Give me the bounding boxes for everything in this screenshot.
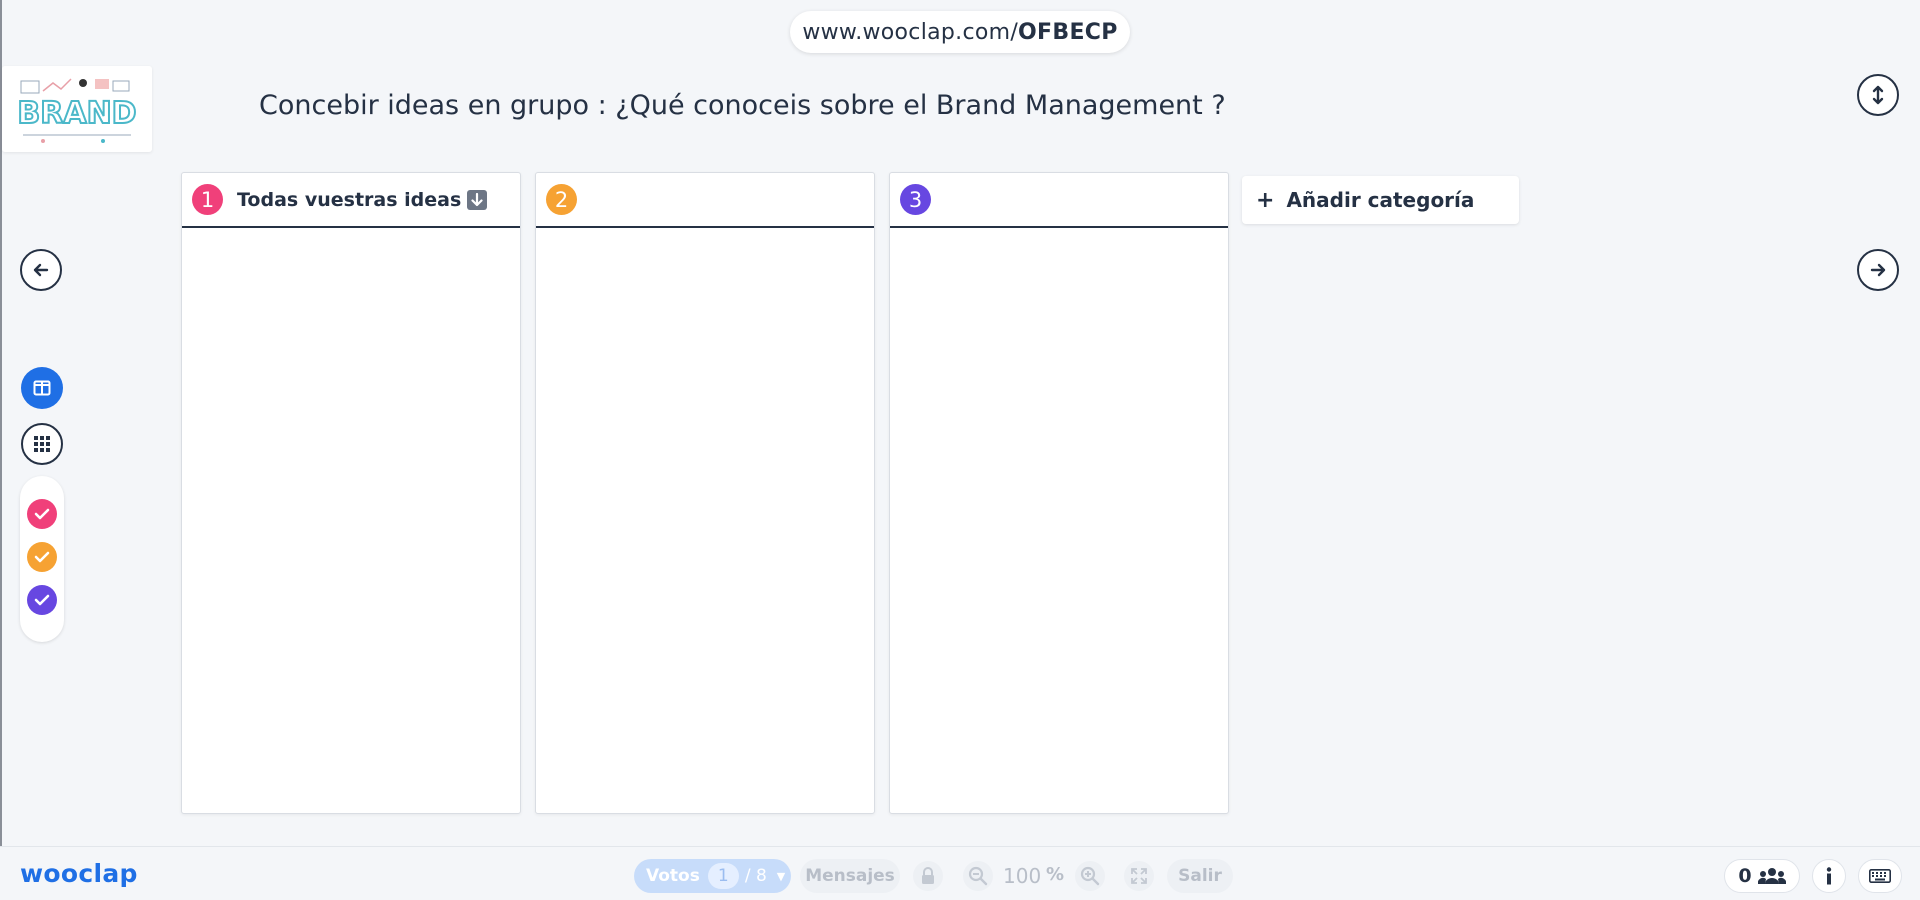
next-question-button[interactable] xyxy=(1857,249,1899,291)
participants-count: 0 xyxy=(1738,865,1752,887)
messages-button[interactable]: Mensajes xyxy=(800,859,900,893)
exit-button[interactable]: Salir xyxy=(1167,859,1233,893)
votes-total: / 8 xyxy=(744,866,767,886)
users-icon xyxy=(1757,868,1786,884)
zoom-out-button[interactable] xyxy=(963,861,993,891)
category-column-1[interactable]: 1 Todas vuestras ideas xyxy=(181,172,521,814)
category-column-3[interactable]: 3 xyxy=(889,172,1229,814)
category-2-filter[interactable] xyxy=(27,542,57,572)
zoom-unit: % xyxy=(1046,864,1065,885)
check-icon xyxy=(34,508,50,520)
zoom-in-icon xyxy=(1080,866,1100,886)
event-url-prefix: www.wooclap.com/ xyxy=(802,19,1019,45)
category-number-badge: 1 xyxy=(192,184,223,215)
check-icon xyxy=(34,594,50,606)
category-header-2[interactable]: 2 xyxy=(536,173,874,228)
category-number-badge: 3 xyxy=(900,184,931,215)
previous-question-button[interactable] xyxy=(20,249,62,291)
bottom-toolbar: wooclap Votos 1 / 8 ▼ Mensajes 100 % Sal… xyxy=(0,846,1920,900)
arrow-right-icon xyxy=(1870,263,1886,277)
votes-current: 1 xyxy=(707,863,739,889)
grid-view-button[interactable] xyxy=(21,423,63,465)
lock-icon xyxy=(922,867,934,884)
logo-text: BRAND xyxy=(17,96,136,131)
vertical-arrows-icon xyxy=(1872,85,1884,105)
grid-icon xyxy=(34,436,50,452)
expand-icon xyxy=(1131,868,1147,884)
category-filter-panel xyxy=(20,476,64,642)
toggle-header-button[interactable] xyxy=(1857,74,1899,116)
category-header-3[interactable]: 3 xyxy=(890,173,1228,228)
keyboard-icon xyxy=(1869,869,1891,883)
category-column-2[interactable]: 2 xyxy=(535,172,875,814)
participants-counter[interactable]: 0 xyxy=(1724,859,1800,893)
fullscreen-button[interactable] xyxy=(1124,861,1154,891)
check-icon xyxy=(34,551,50,563)
question-image[interactable]: BRAND xyxy=(2,66,152,152)
add-category-button[interactable]: + Añadir categoría xyxy=(1242,176,1519,224)
brand-logo-image: BRAND xyxy=(16,78,138,143)
category-title-text: Todas vuestras ideas xyxy=(237,188,462,211)
columns-view-button[interactable] xyxy=(21,367,63,409)
zoom-level: 100 xyxy=(1003,864,1042,888)
zoom-out-icon xyxy=(968,866,988,886)
add-category-label: Añadir categoría xyxy=(1286,188,1475,212)
arrow-left-icon xyxy=(33,263,49,277)
category-3-filter[interactable] xyxy=(27,585,57,615)
columns-icon xyxy=(33,380,51,396)
info-button[interactable] xyxy=(1812,859,1846,893)
down-arrow-emoji-icon xyxy=(467,189,488,210)
question-title: Concebir ideas en grupo : ¿Qué conoceis … xyxy=(259,90,1226,121)
info-icon xyxy=(1826,867,1832,885)
wooclap-logo: wooclap xyxy=(20,859,138,888)
category-1-filter[interactable] xyxy=(27,499,57,529)
votes-label: Votos xyxy=(646,866,700,886)
lock-button[interactable] xyxy=(913,861,943,891)
keyboard-shortcuts-button[interactable] xyxy=(1858,859,1902,893)
event-code: OFBECP xyxy=(1018,19,1118,45)
category-header-1[interactable]: 1 Todas vuestras ideas xyxy=(182,173,520,228)
category-title-1[interactable]: Todas vuestras ideas xyxy=(237,188,488,211)
event-url: www.wooclap.com/ OFBECP xyxy=(790,11,1130,53)
category-number-badge: 2 xyxy=(546,184,577,215)
zoom-in-button[interactable] xyxy=(1075,861,1105,891)
plus-icon: + xyxy=(1256,187,1275,213)
votes-selector[interactable]: Votos 1 / 8 ▼ xyxy=(634,859,791,893)
caret-down-icon: ▼ xyxy=(776,869,786,883)
